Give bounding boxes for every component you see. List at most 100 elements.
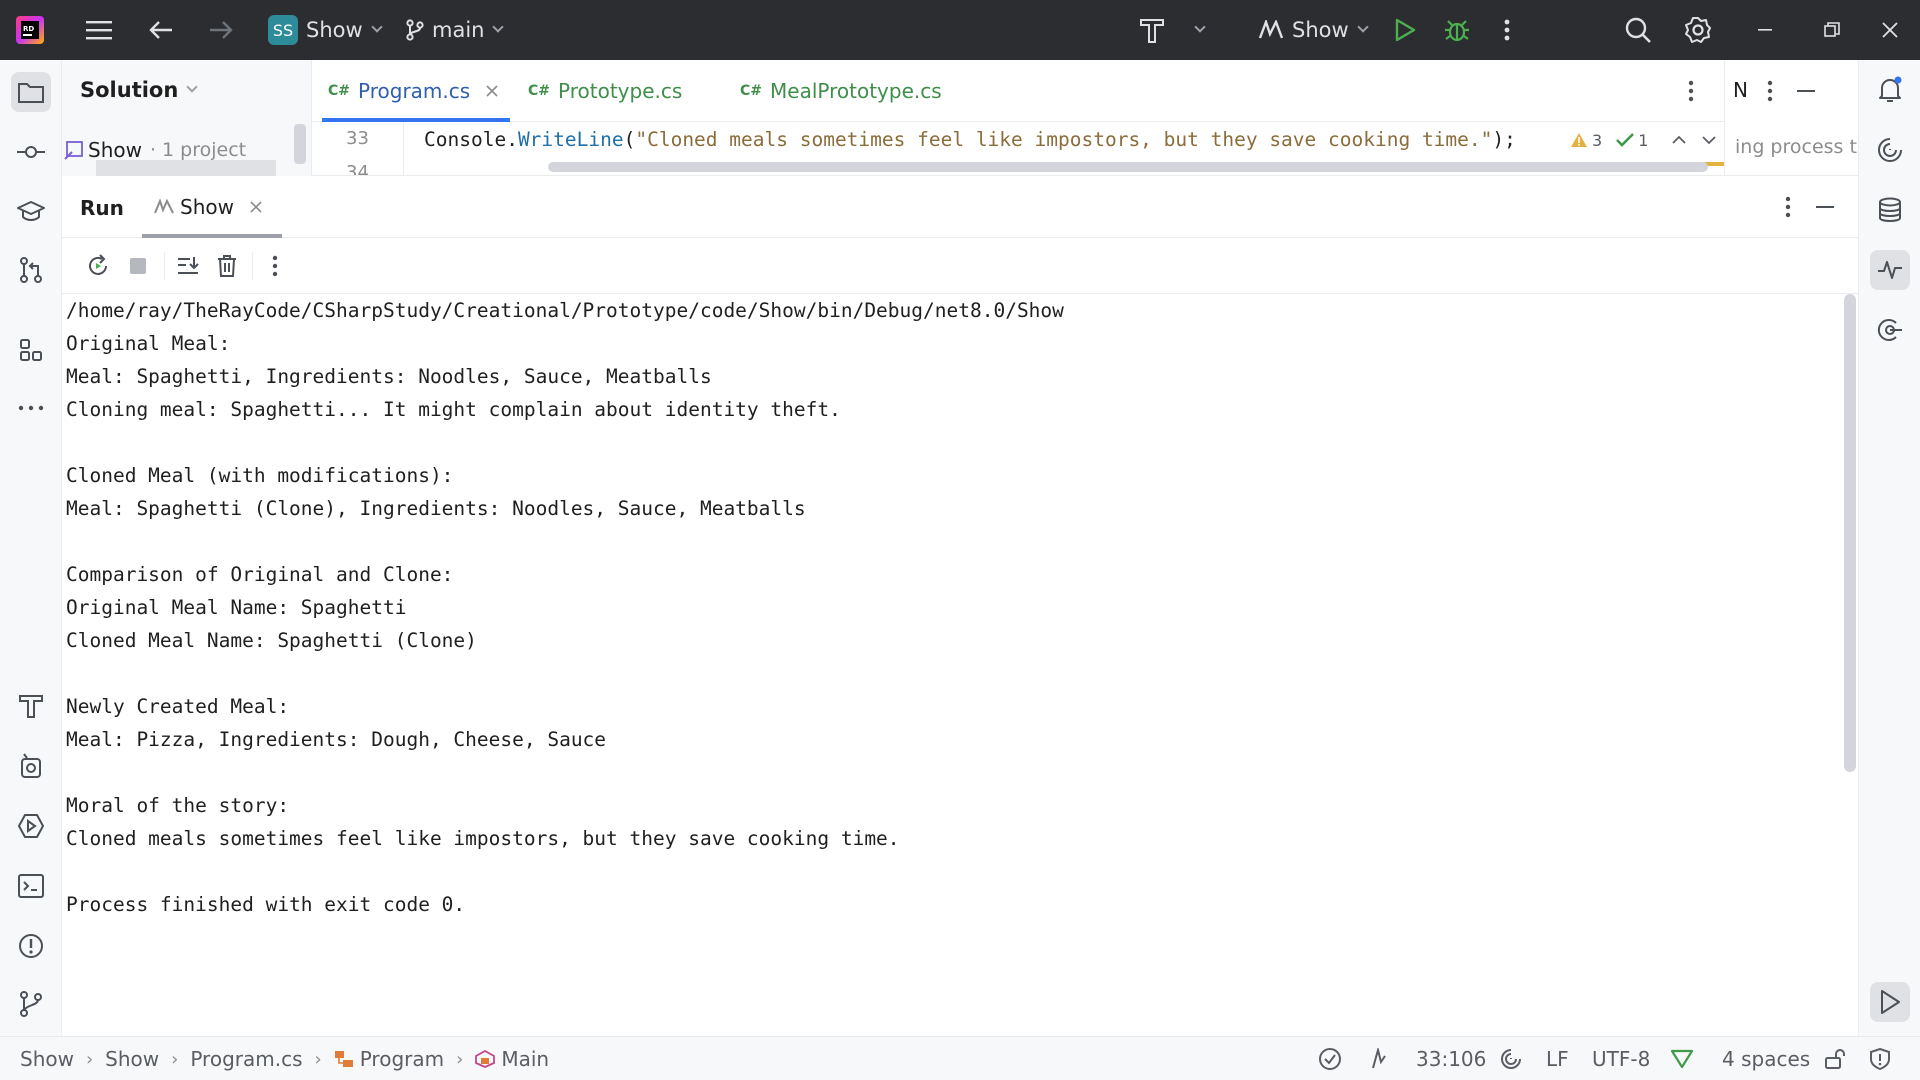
folder-icon[interactable] <box>11 72 51 112</box>
close-run-tab-icon[interactable] <box>250 201 262 213</box>
toolbar-divider <box>252 252 253 280</box>
file-encoding[interactable]: UTF-8 <box>1592 1037 1650 1080</box>
console-line: Cloning meal: Spaghetti... It might comp… <box>66 398 841 421</box>
stop-icon[interactable] <box>128 256 148 276</box>
chevron-down-icon <box>1357 21 1369 33</box>
code-line-33[interactable]: Console.WriteLine("Cloned meals sometime… <box>424 128 1516 151</box>
panel-scrollbar[interactable] <box>294 124 306 164</box>
project-name: Show <box>306 18 363 42</box>
run-panel-toggle-icon[interactable] <box>1870 982 1910 1022</box>
class-icon <box>334 1050 354 1068</box>
project-selector[interactable]: SS Show <box>268 0 383 60</box>
hide-panel-icon[interactable] <box>1797 90 1817 93</box>
more-tools-icon[interactable] <box>11 388 51 428</box>
more-vertical-icon[interactable] <box>1504 0 1510 60</box>
console-line: Meal: Pizza, Ingredients: Dough, Cheese,… <box>66 728 607 751</box>
minimize-icon[interactable] <box>1758 0 1774 60</box>
close-icon[interactable] <box>1882 0 1898 60</box>
restore-icon[interactable] <box>1824 0 1840 60</box>
pull-requests-icon[interactable] <box>11 250 51 290</box>
code-close: ); <box>1492 128 1516 151</box>
chevron-down-icon <box>1194 21 1206 33</box>
terminal-icon[interactable] <box>11 866 51 906</box>
title-bar: RD SS Show main Show <box>0 0 1920 60</box>
vcs-status-icon[interactable] <box>1670 1037 1694 1080</box>
hide-run-panel-icon[interactable] <box>1816 206 1836 209</box>
services-icon[interactable] <box>11 746 51 786</box>
console-line: /home/ray/TheRayCode/CSharpStudy/Creatio… <box>66 299 1064 322</box>
console-line: Comparison of Original and Clone: <box>66 563 454 586</box>
line-number: 34 <box>346 162 369 176</box>
solution-header[interactable]: Solution <box>80 78 198 102</box>
tab-prototype-cs[interactable]: C# Prototype.cs <box>528 60 682 122</box>
database-icon[interactable] <box>1870 190 1910 230</box>
run-config-selector[interactable]: Show <box>1258 0 1369 60</box>
indent-setting[interactable]: 4 spaces <box>1722 1037 1810 1080</box>
console-vertical-scrollbar[interactable] <box>1844 294 1856 772</box>
endpoints-icon[interactable] <box>1870 310 1910 350</box>
run-config-icon <box>154 199 174 215</box>
right-peek-text: ing process to <box>1735 136 1858 158</box>
notifications-icon[interactable] <box>1870 70 1910 110</box>
console-output[interactable]: /home/ray/TheRayCode/CSharpStudy/Creatio… <box>66 294 1846 1036</box>
run-icon[interactable] <box>1394 0 1416 60</box>
toolbar-more-vertical-icon[interactable] <box>272 255 278 277</box>
ai-assistant-icon[interactable] <box>1870 130 1910 170</box>
search-icon[interactable] <box>1624 0 1652 60</box>
panel-more-vertical-icon[interactable] <box>1767 80 1773 102</box>
run-tool-icon[interactable] <box>11 806 51 846</box>
tab-mealprototype-cs[interactable]: C# MealPrototype.cs <box>740 60 942 122</box>
line-ending[interactable]: LF <box>1546 1037 1569 1080</box>
build-tool-icon[interactable] <box>11 686 51 726</box>
console-line: Original Meal Name: Spaghetti <box>66 596 407 619</box>
scroll-to-end-icon[interactable] <box>176 254 200 278</box>
profiler-icon[interactable] <box>1870 250 1910 290</box>
forward-arrow-icon[interactable] <box>208 0 234 60</box>
svg-text:RD: RD <box>23 25 34 33</box>
code-string: "Cloned meals sometimes feel like impost… <box>635 128 1493 151</box>
branch-selector[interactable]: main <box>406 0 505 60</box>
app-logo-icon[interactable]: RD <box>16 0 44 60</box>
line-number: 33 <box>346 128 369 149</box>
check-icon <box>1616 133 1635 147</box>
git-icon[interactable] <box>11 984 51 1024</box>
left-tool-strip <box>0 60 62 1036</box>
breadcrumb-item[interactable]: Show <box>105 1047 159 1071</box>
horizontal-scrollbar[interactable] <box>548 162 1708 172</box>
build-hammer-icon[interactable] <box>1138 0 1166 60</box>
breadcrumb-item[interactable]: Program.cs <box>190 1047 302 1071</box>
settings-icon[interactable] <box>1684 0 1712 60</box>
structure-icon[interactable] <box>11 330 51 370</box>
inspection-status-icon[interactable] <box>1318 1037 1342 1080</box>
hamburger-menu-icon[interactable] <box>86 0 112 60</box>
rerun-icon[interactable] <box>86 254 110 278</box>
run-more-vertical-icon[interactable] <box>1785 196 1791 218</box>
chevron-up-icon[interactable] <box>1672 135 1687 145</box>
power-save-icon[interactable] <box>1370 1037 1388 1080</box>
tabs-more-vertical-icon[interactable] <box>1688 80 1694 102</box>
code-editor[interactable]: 33 34 Console.WriteLine("Cloned meals so… <box>312 122 1858 176</box>
lock-icon[interactable] <box>1824 1037 1846 1080</box>
learn-icon[interactable] <box>11 192 51 232</box>
breadcrumb-item[interactable]: Main <box>501 1047 549 1071</box>
run-tab-show[interactable]: Show <box>142 176 282 238</box>
caret-position[interactable]: 33:106 <box>1416 1037 1486 1080</box>
clear-trash-icon[interactable] <box>216 254 238 278</box>
close-tab-icon[interactable] <box>486 85 498 97</box>
build-options-dropdown[interactable] <box>1194 0 1206 60</box>
back-arrow-icon[interactable] <box>148 0 174 60</box>
ai-status-icon[interactable] <box>1500 1037 1522 1080</box>
chevron-down-icon <box>492 21 505 33</box>
debug-icon[interactable] <box>1444 0 1470 60</box>
breadcrumb-item[interactable]: Show <box>20 1047 74 1071</box>
shield-icon[interactable] <box>1870 1037 1890 1080</box>
tab-program-cs[interactable]: C# Program.cs <box>321 60 511 122</box>
breadcrumb: Show › Show › Program.cs › Program › Mai… <box>20 1037 549 1080</box>
commit-icon[interactable] <box>11 132 51 172</box>
chevron-down-icon[interactable] <box>1702 135 1717 145</box>
breadcrumb-item[interactable]: Program <box>360 1047 444 1071</box>
inspection-widget[interactable]: 3 1 <box>1570 122 1730 158</box>
problems-icon[interactable] <box>11 926 51 966</box>
